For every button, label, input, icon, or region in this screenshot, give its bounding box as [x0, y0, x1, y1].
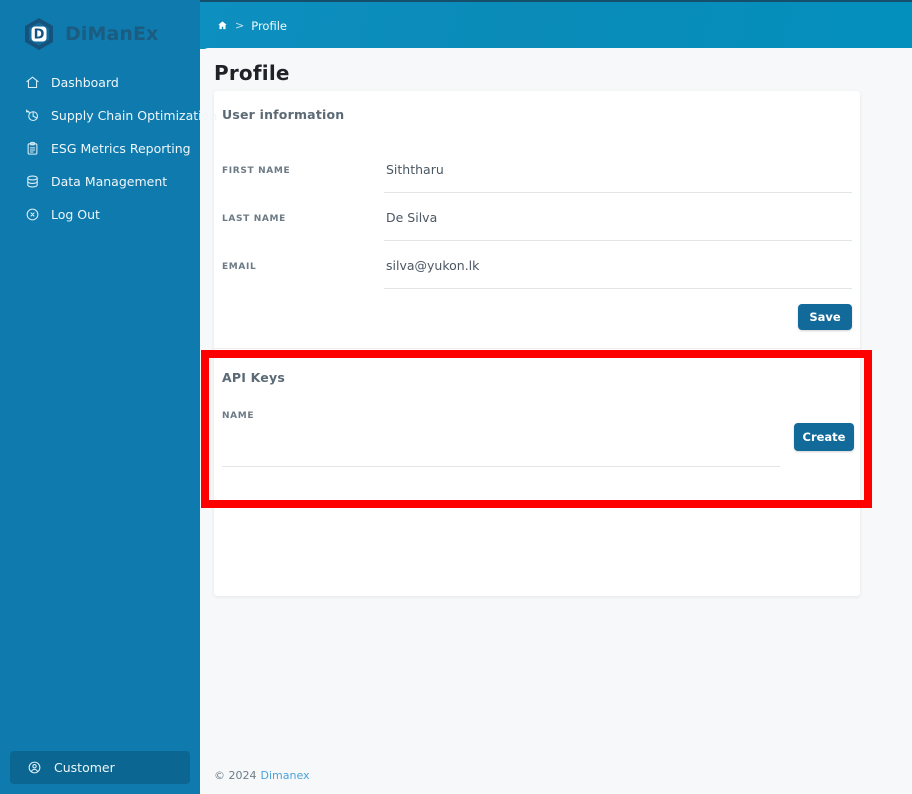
field-api-key-name: NAME Create — [214, 411, 860, 467]
page-footer: © 2024 Dimanex — [200, 756, 912, 794]
sidebar: D DiManEx Dashboard Supply Chain Optimiz… — [0, 0, 217, 794]
dimanex-link[interactable]: Dimanex — [261, 769, 310, 782]
brand-logo[interactable]: D DiManEx — [0, 0, 200, 52]
sidebar-item-label: ESG Metrics Reporting — [51, 141, 191, 156]
breadcrumb-separator: > — [235, 19, 245, 32]
api-keys-section: API Keys — [214, 370, 860, 385]
field-email: EMAIL — [214, 249, 860, 297]
sidebar-item-log-out[interactable]: Log Out — [0, 198, 200, 231]
logo-hexagon-icon: D — [22, 17, 56, 51]
logout-icon — [22, 205, 42, 225]
sidebar-item-dashboard[interactable]: Dashboard — [0, 66, 200, 99]
content-area: Profile User information FIRST NAME LAST… — [200, 48, 912, 794]
api-keys-title: API Keys — [222, 370, 285, 385]
breadcrumb: > Profile — [200, 2, 912, 49]
clipboard-icon — [22, 139, 42, 159]
top-bar: > Profile — [200, 0, 912, 49]
api-key-name-label: NAME — [222, 411, 255, 421]
home-icon[interactable] — [217, 20, 228, 31]
profile-card: User information FIRST NAME LAST NAME EM… — [214, 91, 860, 596]
create-api-key-button[interactable]: Create — [794, 423, 854, 451]
user-information-section: User information — [214, 107, 860, 122]
supply-chain-icon — [22, 106, 42, 126]
api-key-name-input[interactable] — [222, 427, 780, 467]
breadcrumb-current: Profile — [251, 18, 287, 33]
user-circle-icon — [24, 758, 44, 778]
sidebar-nav: Dashboard Supply Chain Optimization ESG … — [0, 66, 217, 231]
first-name-input[interactable] — [384, 153, 852, 193]
svg-text:D: D — [34, 27, 45, 42]
sidebar-item-supply-chain-optimization[interactable]: Supply Chain Optimization — [0, 99, 217, 132]
sidebar-item-label: Dashboard — [51, 75, 119, 90]
email-input[interactable] — [384, 249, 852, 289]
user-information-title: User information — [222, 107, 345, 122]
sidebar-item-label: Data Management — [51, 174, 168, 189]
save-row: Save — [214, 304, 860, 334]
sidebar-account-button[interactable]: Customer — [10, 751, 190, 784]
field-first-name: FIRST NAME — [214, 153, 860, 201]
sidebar-account-label: Customer — [54, 760, 115, 775]
app-root: D DiManEx Dashboard Supply Chain Optimiz… — [0, 0, 912, 794]
database-icon — [22, 172, 42, 192]
email-label: EMAIL — [222, 262, 257, 272]
sidebar-item-esg-metrics-reporting[interactable]: ESG Metrics Reporting — [0, 132, 200, 165]
last-name-input[interactable] — [384, 201, 852, 241]
sidebar-item-label: Log Out — [51, 207, 100, 222]
sidebar-item-label: Supply Chain Optimization — [51, 108, 218, 123]
copyright-text: © 2024 — [214, 768, 257, 782]
sidebar-item-data-management[interactable]: Data Management — [0, 165, 200, 198]
field-last-name: LAST NAME — [214, 201, 860, 249]
section-divider — [214, 348, 860, 349]
first-name-label: FIRST NAME — [222, 166, 291, 176]
last-name-label: LAST NAME — [222, 214, 286, 224]
brand-name: DiManEx — [65, 23, 159, 45]
page-title: Profile — [214, 61, 290, 85]
save-button[interactable]: Save — [798, 304, 852, 330]
home-icon — [22, 73, 42, 93]
